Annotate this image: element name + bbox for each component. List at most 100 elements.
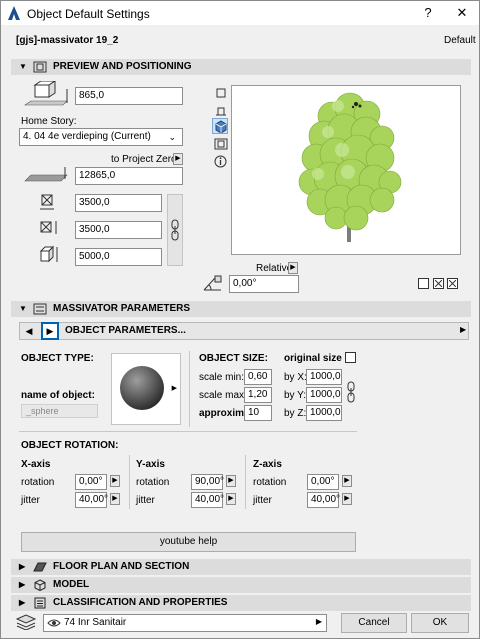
expand-arrow-icon: ▼ bbox=[19, 304, 27, 313]
home-story-label: Home Story: bbox=[21, 116, 77, 127]
original-size-checkbox[interactable] bbox=[345, 352, 356, 363]
size-z-input[interactable]: 5000,0 bbox=[75, 248, 162, 266]
object-parameters-title[interactable]: OBJECT PARAMETERS... bbox=[65, 325, 186, 336]
z-rotation-input[interactable]: 0,00° bbox=[307, 474, 339, 490]
y-jitter-label: jitter bbox=[136, 495, 155, 506]
plan-view-icon[interactable] bbox=[215, 87, 227, 99]
scale-max-label: scale max: bbox=[199, 390, 247, 401]
x-rotation-input[interactable]: 0,00° bbox=[75, 474, 107, 490]
size-chain-link-icon[interactable] bbox=[346, 381, 356, 403]
chain-link-icon[interactable] bbox=[170, 219, 180, 241]
expand-arrow-icon: ▼ bbox=[19, 62, 27, 71]
home-story-select[interactable]: 4. 04 4e verdieping (Current) ⌄ bbox=[19, 128, 183, 146]
ok-button[interactable]: OK bbox=[411, 613, 469, 633]
by-z-label: by Z: bbox=[284, 408, 307, 419]
elevation-input[interactable]: 865,0 bbox=[75, 87, 183, 105]
object-rotation-label: OBJECT ROTATION: bbox=[21, 440, 119, 451]
size-y-input[interactable]: 3500,0 bbox=[75, 221, 162, 239]
scale-min-input[interactable]: 0,60 bbox=[244, 369, 272, 385]
by-y-label: by Y: bbox=[284, 390, 307, 401]
elevation-view-icon[interactable] bbox=[214, 138, 228, 150]
mirror-x-icon bbox=[435, 280, 442, 287]
object-type-picker[interactable]: ▶ bbox=[111, 353, 181, 425]
layer-value: 74 Inr Sanitair bbox=[64, 617, 127, 628]
chevron-down-icon: ⌄ bbox=[168, 132, 176, 142]
x-axis-label: X-axis bbox=[21, 459, 51, 470]
relative-label: Relative bbox=[256, 263, 293, 274]
layer-select[interactable]: 74 Inr Sanitair ▶ bbox=[43, 614, 327, 632]
mirror-none-checkbox[interactable] bbox=[418, 278, 429, 289]
cancel-button[interactable]: Cancel bbox=[341, 613, 407, 633]
y-rotation-label: rotation bbox=[136, 477, 170, 488]
page-right-arrow-icon[interactable]: ▶ bbox=[460, 325, 466, 334]
z-jitter-input[interactable]: 40,00° bbox=[307, 492, 340, 508]
relative-toggle[interactable]: ▶ bbox=[288, 262, 298, 274]
archicad-icon bbox=[8, 6, 20, 20]
x-jitter-input[interactable]: 40,00° bbox=[75, 492, 108, 508]
by-x-input[interactable]: 1000,0 bbox=[306, 369, 342, 385]
tree-preview-image bbox=[298, 92, 402, 242]
mirror-y-icon bbox=[449, 280, 456, 287]
approxim-label: approxim. bbox=[199, 408, 247, 419]
section-title: PREVIEW AND POSITIONING bbox=[53, 61, 192, 72]
parameters-section-icon bbox=[33, 303, 47, 315]
project-zero-input[interactable]: 12865,0 bbox=[75, 167, 183, 185]
project-zero-toggle[interactable]: ▶ bbox=[173, 153, 183, 165]
preview-section-icon bbox=[33, 61, 47, 73]
next-page-button[interactable]: ▶ bbox=[41, 322, 59, 340]
size-x-input[interactable]: 3500,0 bbox=[75, 194, 162, 212]
title-bar: Object Default Settings ? ✕ bbox=[1, 1, 479, 25]
name-of-object-label: name of object: bbox=[21, 390, 95, 401]
by-z-input[interactable]: 1000,0 bbox=[306, 405, 342, 421]
section-floor-plan[interactable]: ▶ FLOOR PLAN AND SECTION bbox=[11, 559, 471, 575]
name-of-object-field: _sphere bbox=[21, 404, 98, 418]
width-y-icon bbox=[40, 221, 57, 234]
youtube-help-button[interactable]: youtube help bbox=[21, 532, 356, 552]
floor-plan-icon bbox=[33, 562, 47, 572]
x-rotation-label: rotation bbox=[21, 477, 55, 488]
z-axis-label: Z-axis bbox=[253, 459, 282, 470]
rotation-angle-icon bbox=[203, 275, 222, 291]
cube-icon bbox=[215, 120, 227, 133]
y-rotation-input[interactable]: 90,00° bbox=[191, 474, 224, 490]
close-button[interactable]: ✕ bbox=[451, 4, 473, 22]
z-jitter-label: jitter bbox=[253, 495, 272, 506]
layer-dropdown-arrow-icon: ▶ bbox=[315, 617, 322, 626]
by-x-label: by X: bbox=[284, 372, 307, 383]
y-rotation-step-button[interactable]: ▶ bbox=[226, 475, 236, 487]
rotation-input[interactable]: 0,00° bbox=[229, 275, 299, 293]
section-preview-positioning[interactable]: ▼ PREVIEW AND POSITIONING bbox=[11, 59, 471, 75]
by-y-input[interactable]: 1000,0 bbox=[306, 387, 342, 403]
scale-max-input[interactable]: 1,20 bbox=[244, 387, 272, 403]
y-jitter-step-button[interactable]: ▶ bbox=[226, 493, 236, 505]
section-title: MASSIVATOR PARAMETERS bbox=[53, 303, 191, 314]
section-title: MODEL bbox=[53, 579, 90, 590]
y-jitter-input[interactable]: 40,00° bbox=[191, 492, 224, 508]
x-jitter-step-button[interactable]: ▶ bbox=[110, 493, 120, 505]
width-x-icon bbox=[40, 194, 54, 210]
axis-divider-2 bbox=[245, 455, 246, 509]
3d-view-button[interactable] bbox=[212, 118, 228, 134]
info-icon[interactable] bbox=[214, 155, 227, 168]
z-jitter-step-button[interactable]: ▶ bbox=[342, 493, 352, 505]
z-rotation-step-button[interactable]: ▶ bbox=[342, 475, 352, 487]
x-jitter-label: jitter bbox=[21, 495, 40, 506]
mirror-x-checkbox[interactable] bbox=[433, 278, 444, 289]
x-rotation-step-button[interactable]: ▶ bbox=[110, 475, 120, 487]
section-model[interactable]: ▶ MODEL bbox=[11, 577, 471, 593]
to-project-zero-label: to Project Zero bbox=[111, 154, 177, 165]
horizontal-divider bbox=[19, 431, 357, 432]
mirror-y-checkbox[interactable] bbox=[447, 278, 458, 289]
help-button[interactable]: ? bbox=[417, 4, 439, 22]
section-massivator-parameters[interactable]: ▼ MASSIVATOR PARAMETERS bbox=[11, 301, 471, 317]
home-story-value: 4. 04 4e verdieping (Current) bbox=[23, 131, 151, 142]
axis-divider-1 bbox=[129, 455, 130, 509]
prev-page-button[interactable]: ◀ bbox=[20, 323, 38, 339]
section-view-icon[interactable] bbox=[215, 104, 227, 116]
section-classification[interactable]: ▶ CLASSIFICATION AND PROPERTIES bbox=[11, 595, 471, 611]
layers-icon bbox=[15, 614, 37, 630]
classification-icon bbox=[34, 597, 46, 609]
approxim-input[interactable]: 10 bbox=[244, 405, 272, 421]
object-type-label: OBJECT TYPE: bbox=[21, 353, 94, 364]
collapse-arrow-icon: ▶ bbox=[19, 598, 26, 607]
